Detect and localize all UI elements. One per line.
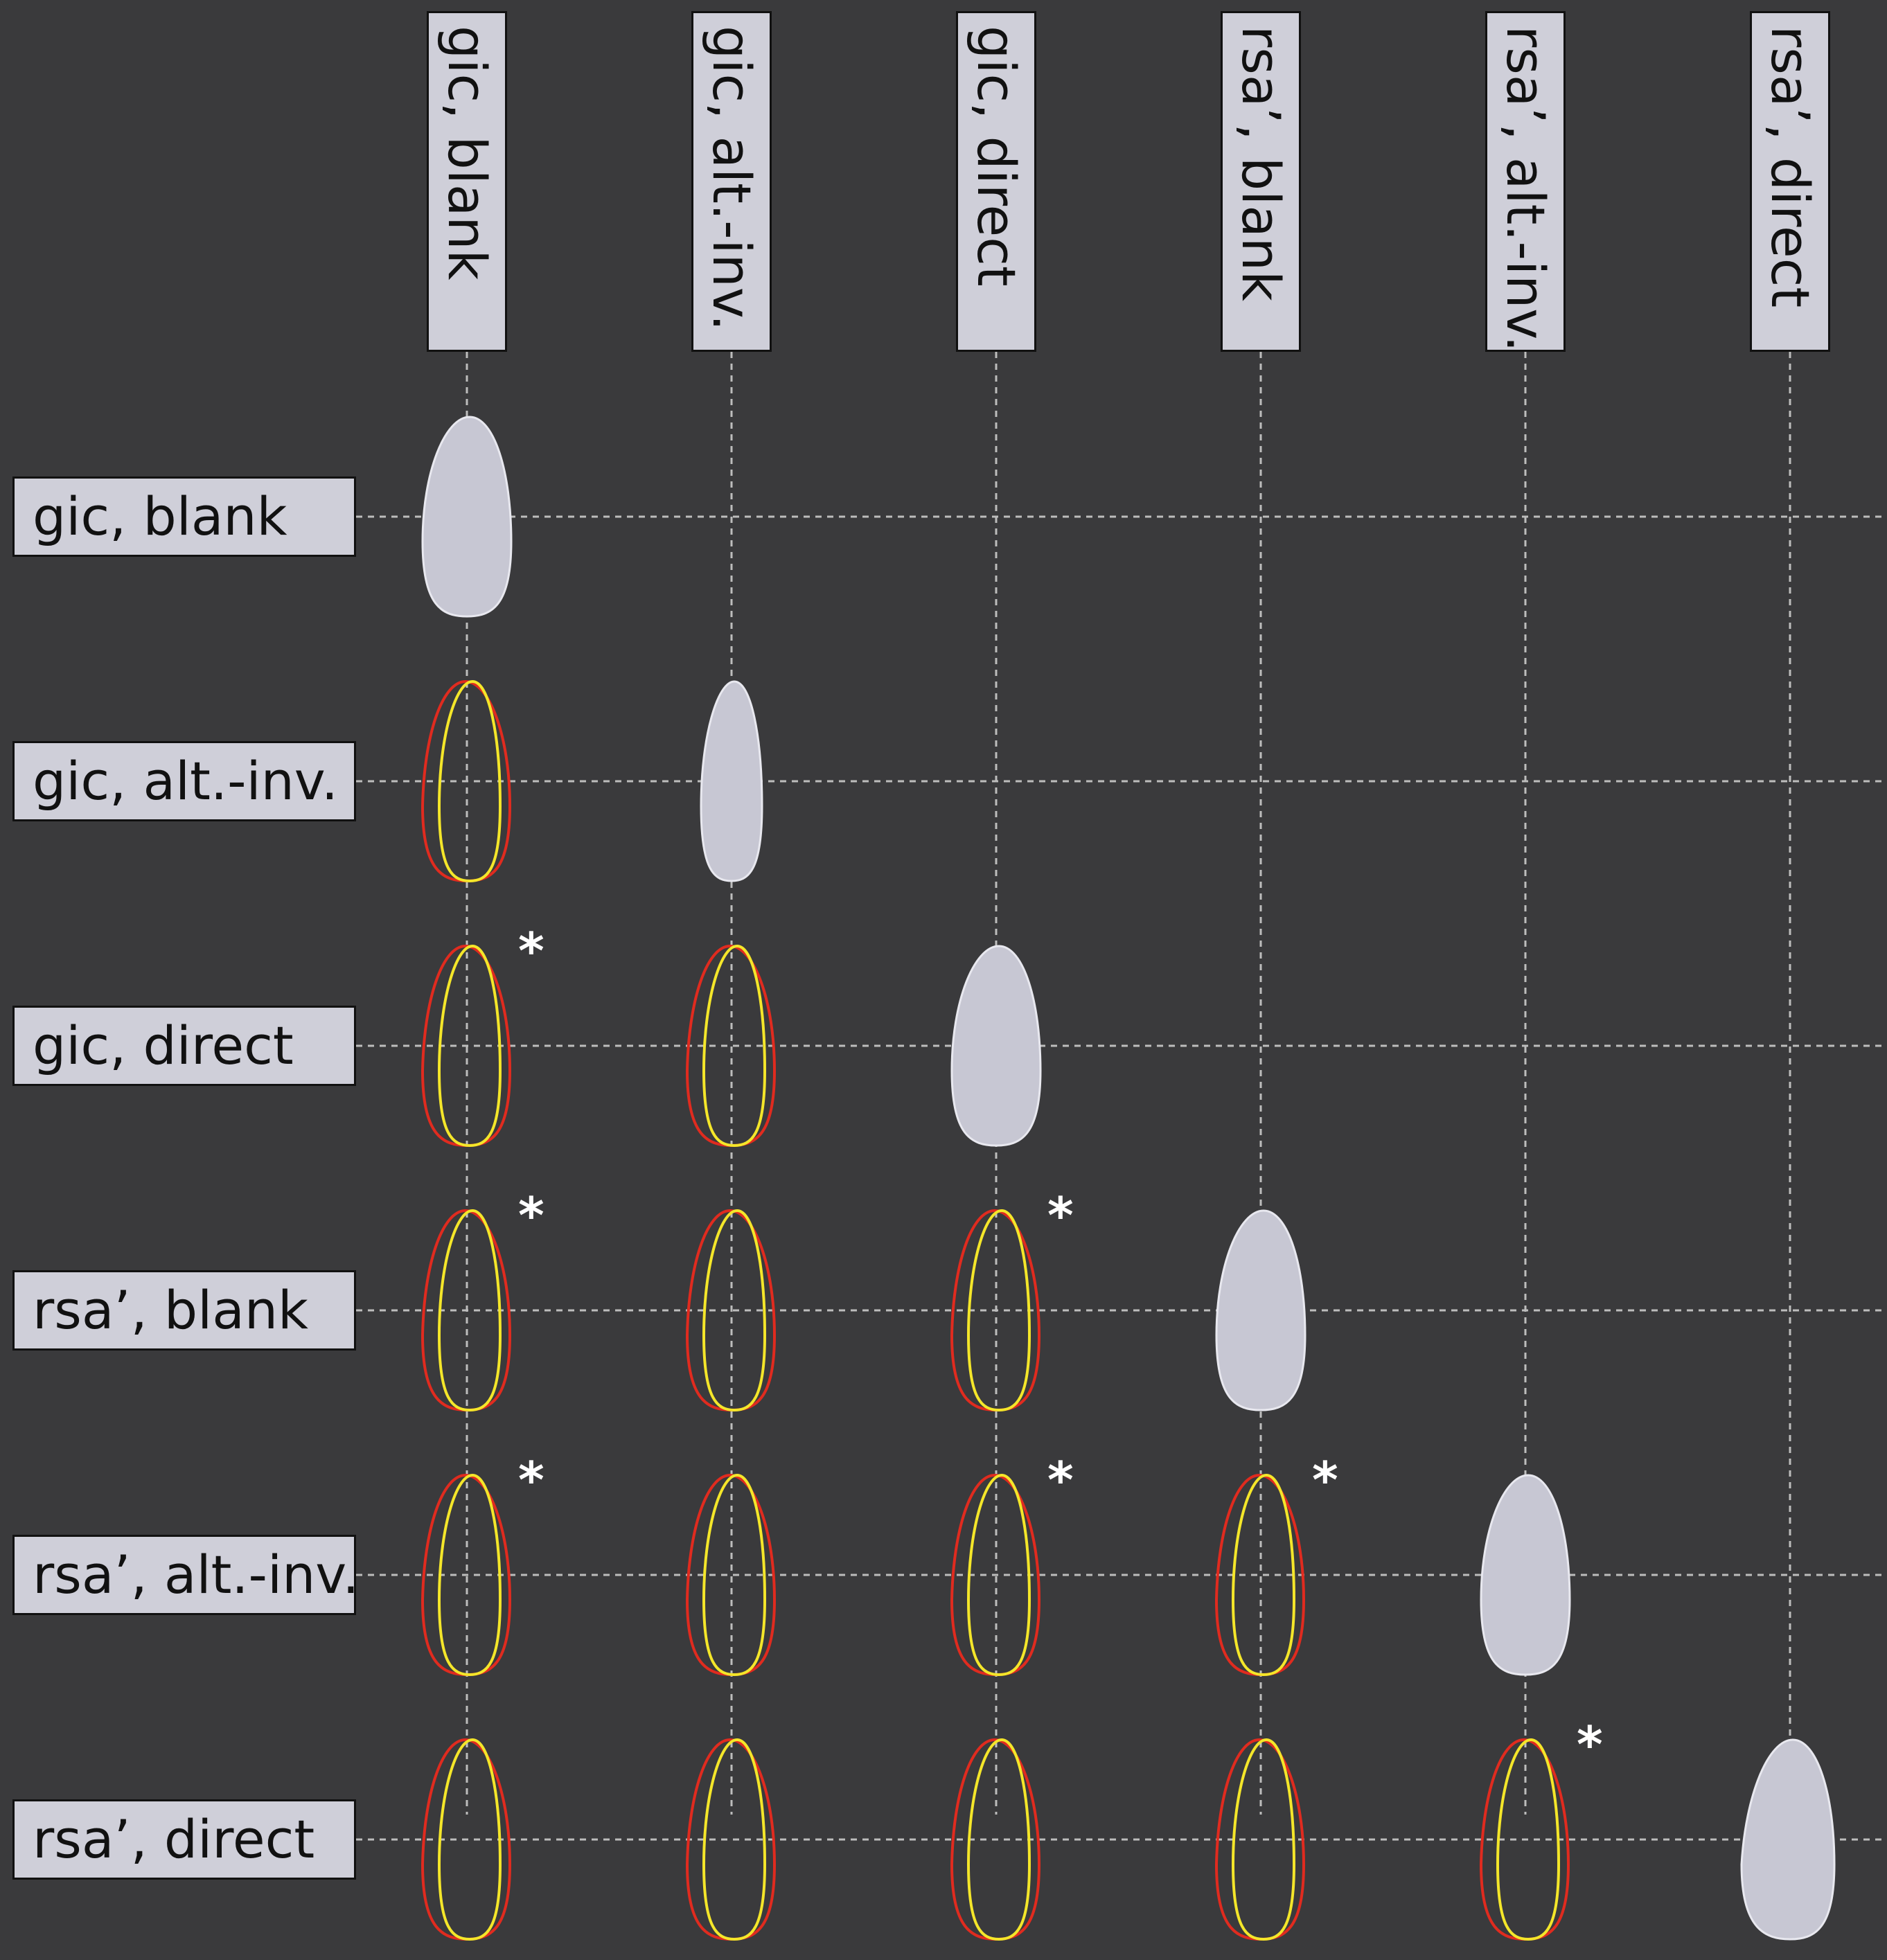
diagonal-shape (700, 680, 763, 882)
significance-asterisk: * (518, 1186, 544, 1245)
diagonal-shape (1740, 1738, 1836, 1941)
significance-asterisk: * (1312, 1451, 1338, 1509)
diagonal-shape (1480, 1474, 1571, 1676)
significance-asterisk: * (1047, 1186, 1074, 1245)
significance-asterisk: * (518, 922, 544, 980)
matrix-grid: * * * * * * * (356, 352, 1887, 1941)
significance-asterisk: * (1577, 1716, 1603, 1774)
significance-asterisk: * (518, 1451, 544, 1509)
diagonal-shape (1215, 1209, 1306, 1411)
diagonal-shape (421, 416, 513, 618)
significance-asterisk: * (1047, 1451, 1074, 1509)
comparison-matrix: gic, blank gic, alt.-inv. gic, direct rs… (0, 0, 1887, 1960)
diagonal-shape (950, 945, 1042, 1147)
